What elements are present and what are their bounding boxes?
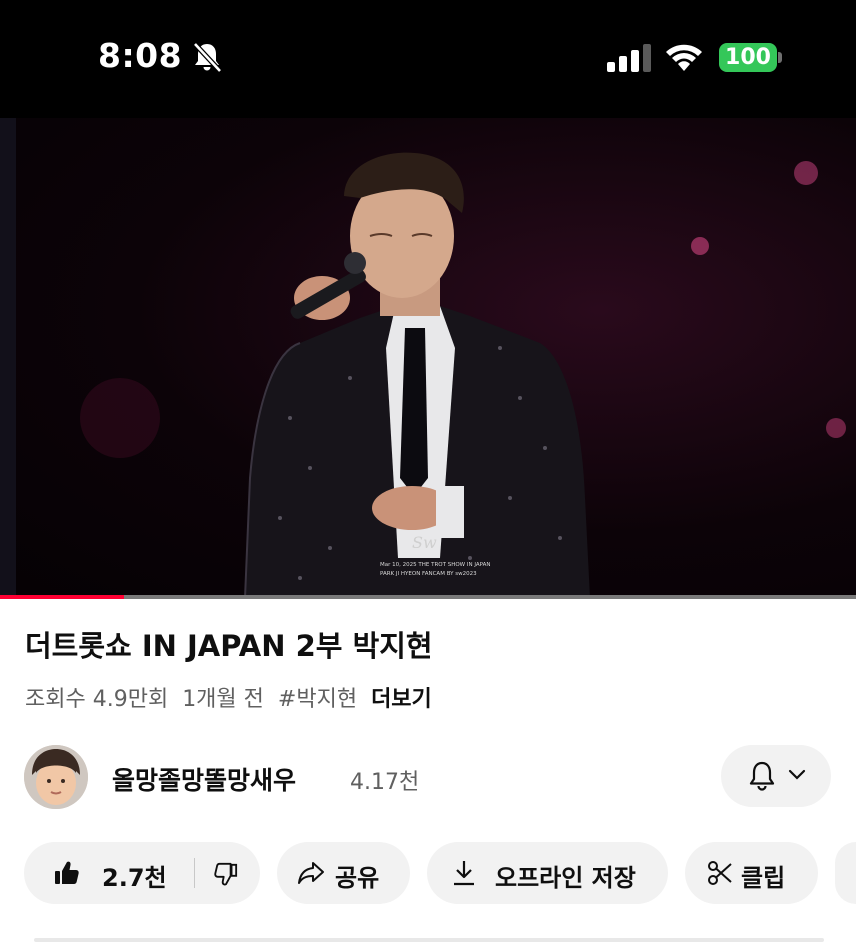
share-button[interactable]: 공유: [277, 842, 410, 904]
download-label: 오프라인 저장: [495, 864, 636, 892]
download-button[interactable]: 오프라인 저장: [427, 842, 668, 904]
video-metadata[interactable]: 조회수 4.9만회 1개월 전 #박지현 더보기: [25, 681, 446, 713]
like-dislike-chip: 2.7천: [24, 842, 260, 904]
like-divider: [194, 858, 195, 888]
clip-button[interactable]: 클립: [685, 842, 818, 904]
scissors-icon: [708, 861, 732, 885]
status-time: 8:08: [98, 36, 183, 75]
video-frame: Sw Mar 10, 2025 THE TROT SHOW IN JAPAN P…: [0, 118, 846, 598]
battery-tip: [778, 52, 782, 63]
video-caption-line1: Mar 10, 2025 THE TROT SHOW IN JAPAN: [380, 562, 490, 568]
channel-name[interactable]: 올망졸망똘망새우: [112, 761, 296, 797]
dislike-icon[interactable]: [214, 862, 238, 886]
video-title[interactable]: 더트롯쇼 IN JAPAN 2부 박지현: [25, 623, 433, 665]
bell-icon: [749, 761, 775, 791]
video-player[interactable]: Sw Mar 10, 2025 THE TROT SHOW IN JAPAN P…: [0, 118, 856, 598]
wifi-icon: [666, 44, 702, 71]
subscriber-count: 4.17천: [350, 770, 420, 795]
clip-label: 클립: [741, 864, 786, 892]
channel-row: 올망졸망똘망새우 4.17천: [0, 743, 856, 813]
video-caption-line2: PARK JI HYEON FANCAM BY sw2023: [380, 571, 477, 577]
avatar-image: [24, 745, 88, 809]
status-bar: 8:08 100: [0, 0, 856, 118]
upload-age: 1개월 전: [182, 687, 264, 712]
cellular-signal-icon: [607, 44, 651, 72]
view-count: 조회수 4.9만회: [25, 687, 169, 712]
channel-avatar[interactable]: [24, 745, 88, 809]
like-icon[interactable]: [54, 860, 80, 886]
subscription-notification-button[interactable]: [721, 745, 831, 807]
chevron-down-icon: [788, 769, 806, 780]
action-bar: 2.7천 공유 오프라인 저장 클립: [0, 842, 856, 906]
hashtag-link[interactable]: #박지현: [278, 687, 357, 712]
more-actions-chip[interactable]: [835, 842, 856, 904]
more-button[interactable]: 더보기: [371, 687, 432, 712]
share-label: 공유: [335, 864, 380, 892]
bell-off-icon: [193, 42, 222, 73]
share-icon: [298, 862, 324, 884]
battery-icon: 100: [719, 43, 777, 72]
download-icon: [454, 861, 474, 886]
like-count[interactable]: 2.7천: [102, 858, 167, 893]
video-watermark: Sw: [412, 533, 437, 552]
next-section-edge: [34, 938, 824, 942]
video-info-panel: 더트롯쇼 IN JAPAN 2부 박지현 조회수 4.9만회 1개월 전 #박지현 더…: [0, 599, 856, 942]
